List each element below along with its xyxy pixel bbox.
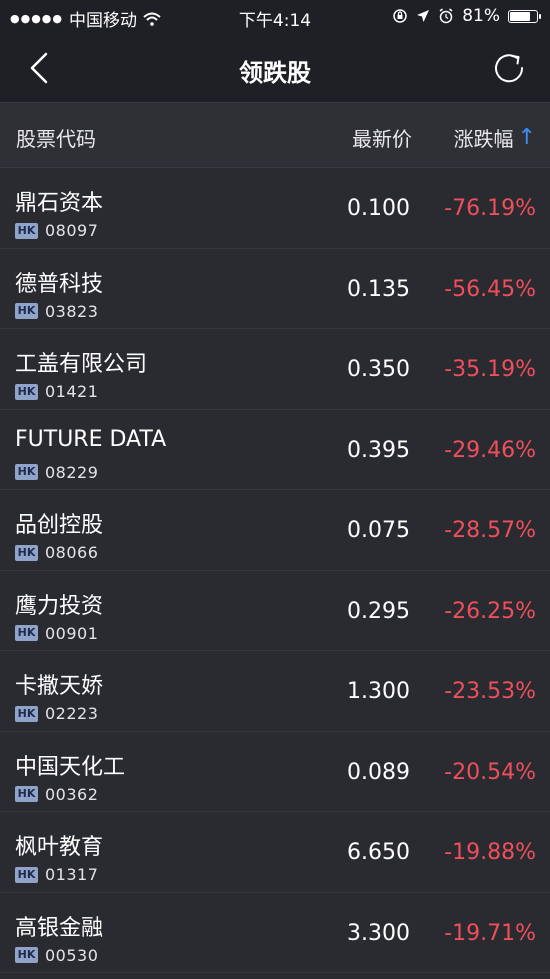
alarm-icon xyxy=(439,8,453,24)
market-line: HK 02223 xyxy=(15,704,98,723)
market-line: HK 08229 xyxy=(15,463,98,482)
stock-price: 6.650 xyxy=(347,840,410,865)
stock-row[interactable]: 中国天化工 HK 00362 0.089 -20.54% xyxy=(0,732,550,812)
stock-change: -23.53% xyxy=(444,679,536,704)
stock-row[interactable]: 工盖有限公司 HK 01421 0.350 -35.19% xyxy=(0,329,550,410)
stock-name: 卡撒天娇 xyxy=(15,674,104,699)
sort-ascending-icon: ↑ xyxy=(517,124,536,150)
stock-change: -28.57% xyxy=(444,518,536,543)
nav-bar: 领跌股 xyxy=(0,34,550,103)
column-header-price[interactable]: 最新价 xyxy=(352,123,412,152)
stock-list: 鼎石资本 HK 08097 0.100 -76.19% 德普科技 HK 0382… xyxy=(0,168,550,973)
refresh-button[interactable] xyxy=(490,49,528,87)
stock-row[interactable]: 卡撒天娇 HK 02223 1.300 -23.53% xyxy=(0,651,550,732)
orientation-lock-icon xyxy=(393,9,407,23)
stock-name: 枫叶教育 xyxy=(15,835,104,860)
stock-code: 02223 xyxy=(45,704,99,723)
market-line: HK 03823 xyxy=(15,302,98,321)
stock-change: -35.19% xyxy=(444,357,536,382)
stock-price: 0.135 xyxy=(347,276,410,302)
column-header-row: 股票代码 最新价 涨跌幅 ↑ xyxy=(0,103,550,168)
stock-change: -56.45% xyxy=(444,276,536,302)
market-badge: HK xyxy=(15,222,38,239)
stock-name: 高银金融 xyxy=(15,915,104,941)
stock-row[interactable]: 鹰力投资 HK 00901 0.295 -26.25% xyxy=(0,571,550,651)
market-badge: HK xyxy=(15,866,38,883)
stock-change: -20.54% xyxy=(444,759,536,785)
market-line: HK 08097 xyxy=(15,221,98,240)
battery-percent: 81% xyxy=(462,6,500,26)
stock-change: -29.46% xyxy=(444,437,536,463)
battery-level xyxy=(510,11,530,21)
stock-row[interactable]: 枫叶教育 HK 01317 6.650 -19.88% xyxy=(0,812,550,893)
stock-code: 00530 xyxy=(45,945,99,965)
column-header-change-label: 涨跌幅 xyxy=(453,127,514,151)
status-bar: ●●●●● 中国移动 下午4:14 81% xyxy=(0,0,550,34)
stock-price: 0.075 xyxy=(347,518,410,543)
stock-code: 08066 xyxy=(45,543,99,562)
market-badge: HK xyxy=(15,625,38,641)
status-right: 81% xyxy=(392,6,541,26)
market-line: HK 08066 xyxy=(15,543,98,562)
market-line: HK 01317 xyxy=(15,865,98,884)
market-badge: HK xyxy=(15,544,38,561)
market-badge: HK xyxy=(15,786,38,802)
column-header-code: 股票代码 xyxy=(16,127,96,151)
stock-name: 鼎石资本 xyxy=(15,191,104,216)
stock-price: 1.300 xyxy=(347,679,410,704)
stock-change: -76.19% xyxy=(444,196,536,221)
stock-row[interactable]: 高银金融 HK 00530 3.300 -19.71% xyxy=(0,893,550,973)
market-badge: HK xyxy=(15,947,38,963)
market-line: HK 00901 xyxy=(15,624,98,643)
stock-code: 00901 xyxy=(45,623,99,643)
stock-row[interactable]: 品创控股 HK 08066 0.075 -28.57% xyxy=(0,490,550,571)
stock-change: -26.25% xyxy=(444,598,536,624)
stock-name: 工盖有限公司 xyxy=(15,352,148,377)
stock-price: 0.089 xyxy=(347,759,410,785)
column-header-change[interactable]: 涨跌幅 ↑ xyxy=(454,123,536,152)
stock-change: -19.71% xyxy=(444,920,536,946)
market-badge: HK xyxy=(15,303,38,319)
market-line: HK 01421 xyxy=(15,382,98,401)
market-line: HK 00530 xyxy=(15,946,98,965)
page-title: 领跌股 xyxy=(239,59,311,87)
stock-name: 鹰力投资 xyxy=(15,593,104,619)
stock-code: 01421 xyxy=(45,382,99,401)
market-badge: HK xyxy=(15,383,38,400)
stock-price: 3.300 xyxy=(347,920,410,946)
battery-icon xyxy=(508,9,541,23)
stock-code: 08229 xyxy=(45,462,99,482)
stock-price: 0.100 xyxy=(347,196,410,221)
stock-code: 08097 xyxy=(45,221,99,240)
stock-row[interactable]: 鼎石资本 HK 08097 0.100 -76.19% xyxy=(0,168,550,249)
market-line: HK 00362 xyxy=(15,785,98,804)
stock-name: 德普科技 xyxy=(15,271,104,297)
stock-row[interactable]: FUTURE DATA HK 08229 0.395 -29.46% xyxy=(0,410,550,490)
stock-name: FUTURE DATA xyxy=(15,426,167,452)
stock-code: 03823 xyxy=(45,301,99,321)
stock-code: 01317 xyxy=(45,865,99,884)
stock-price: 0.395 xyxy=(347,437,410,463)
stock-code: 00362 xyxy=(45,784,99,804)
location-icon xyxy=(417,10,430,22)
stock-price: 0.295 xyxy=(347,598,410,624)
market-badge: HK xyxy=(15,464,38,480)
stock-name: 品创控股 xyxy=(15,513,104,538)
market-badge: HK xyxy=(15,705,38,722)
stock-name: 中国天化工 xyxy=(15,754,126,780)
stock-price: 0.350 xyxy=(347,357,410,382)
stock-change: -19.88% xyxy=(444,840,536,865)
stock-row[interactable]: 德普科技 HK 03823 0.135 -56.45% xyxy=(0,249,550,329)
